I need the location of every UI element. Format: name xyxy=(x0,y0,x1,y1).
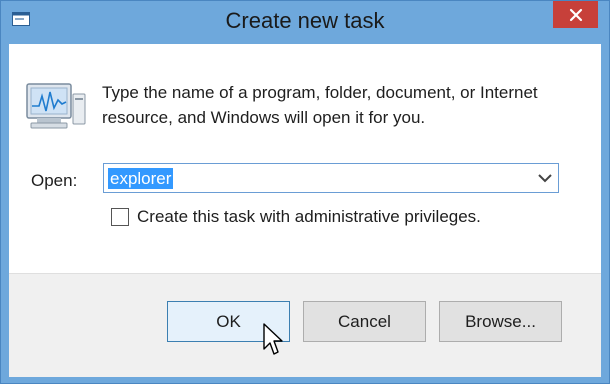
close-icon xyxy=(569,8,582,21)
open-combobox[interactable]: explorer xyxy=(103,163,559,193)
admin-privileges-row[interactable]: Create this task with administrative pri… xyxy=(111,206,481,228)
open-input-value[interactable]: explorer xyxy=(108,168,174,189)
title-bar[interactable]: Create new task xyxy=(1,1,609,44)
ok-button[interactable]: OK xyxy=(167,301,290,342)
open-label: Open: xyxy=(31,171,78,190)
create-new-task-window: Create new task Type the name of a progr… xyxy=(0,0,610,384)
dialog-body: Type the name of a program, folder, docu… xyxy=(9,44,601,377)
window-title: Create new task xyxy=(225,8,385,33)
close-button[interactable] xyxy=(553,1,598,28)
chevron-down-icon[interactable] xyxy=(536,169,554,187)
admin-privileges-checkbox[interactable] xyxy=(111,208,129,226)
admin-privileges-label[interactable]: Create this task with administrative pri… xyxy=(137,207,481,227)
dialog-description: Type the name of a program, folder, docu… xyxy=(102,83,538,127)
button-area: OK Cancel Browse... xyxy=(9,273,601,377)
browse-button[interactable]: Browse... xyxy=(439,301,562,342)
task-manager-monitor-icon xyxy=(26,83,86,129)
cancel-button[interactable]: Cancel xyxy=(303,301,426,342)
